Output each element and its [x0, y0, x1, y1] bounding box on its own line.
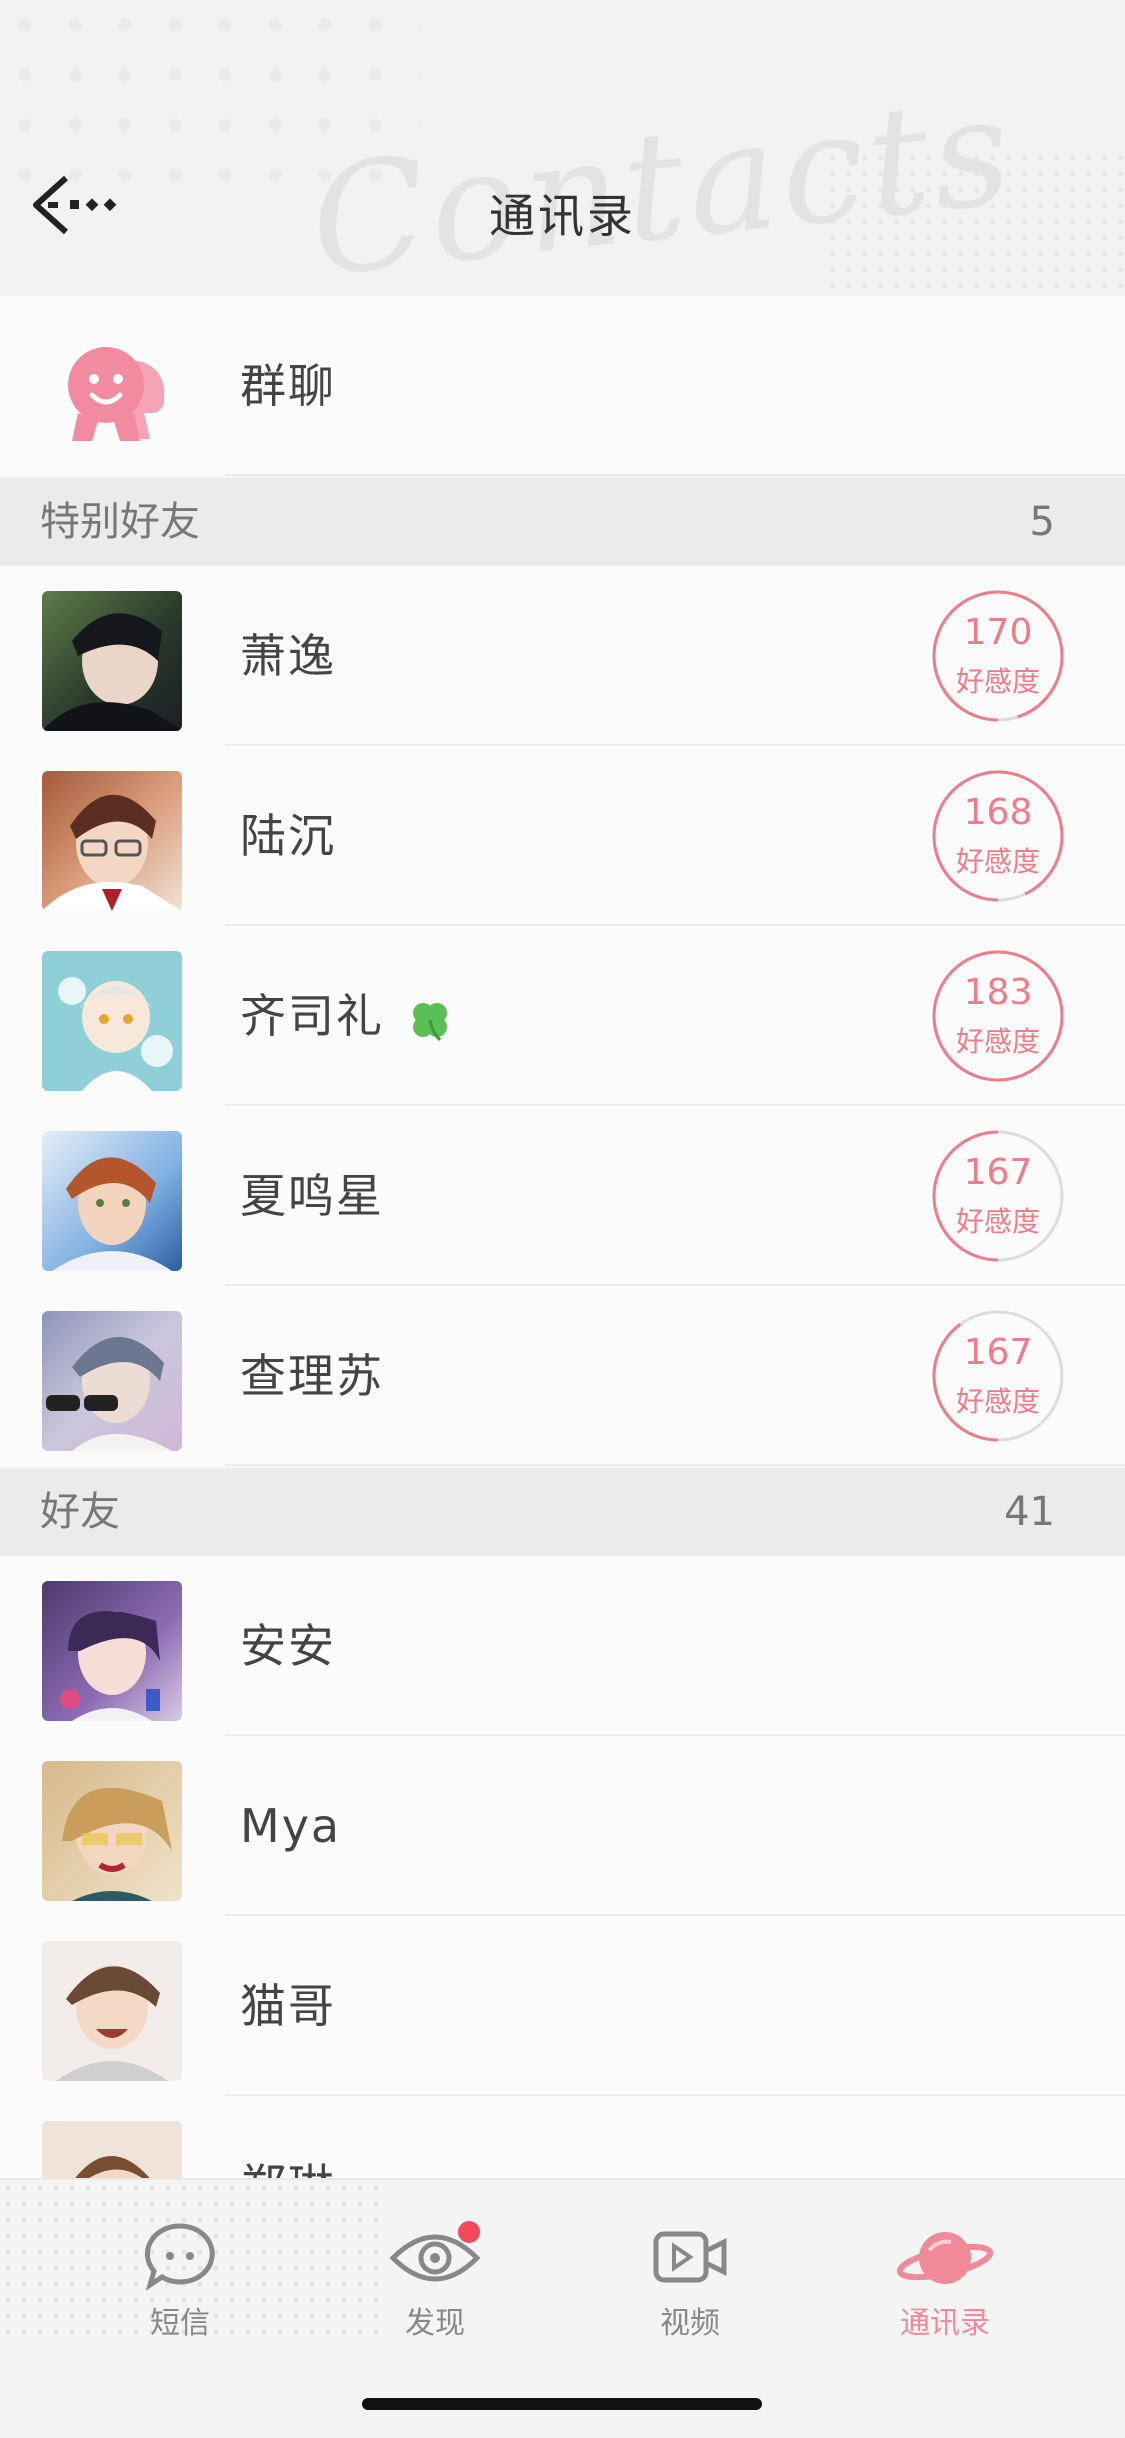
- planet-icon: [896, 2232, 994, 2284]
- tab-label: 短信: [150, 2306, 210, 2341]
- group-chat-label: 群聊: [240, 359, 336, 413]
- avatar: [42, 1581, 182, 1721]
- favor-label: 好感度: [955, 845, 1040, 878]
- favor-value: 168: [963, 792, 1033, 833]
- section-title: 特别好友: [40, 499, 200, 545]
- tab-discover[interactable]: 发现: [345, 2220, 525, 2342]
- contact-name-text: 齐司礼: [240, 989, 384, 1043]
- notification-dot: [458, 2221, 480, 2243]
- divider: [225, 1464, 1125, 1466]
- tab-label: 发现: [405, 2306, 465, 2341]
- message-bubble-icon: [144, 2223, 215, 2291]
- page-title: 通讯录: [489, 189, 636, 243]
- tab-label: 视频: [660, 2306, 720, 2341]
- contact-row[interactable]: 萧逸 170 好感度: [0, 566, 1125, 746]
- header: Contacts 通讯录: [0, 0, 1125, 296]
- contact-row[interactable]: 猫哥: [0, 1916, 1125, 2096]
- contact-name: 夏鸣星: [240, 1169, 384, 1223]
- section-friends: 好友 41: [0, 1468, 1125, 1556]
- group-chat-row[interactable]: 群聊: [0, 296, 1125, 476]
- contact-row[interactable]: 齐司礼 183 好感度: [0, 926, 1125, 1106]
- avatar: [42, 951, 182, 1091]
- avatar: [42, 1311, 182, 1451]
- avatar: [42, 771, 182, 911]
- favor-value: 183: [963, 972, 1033, 1013]
- contact-row[interactable]: 查理苏 167 好感度: [0, 1286, 1125, 1466]
- favor-label: 好感度: [955, 665, 1040, 698]
- favor-ring: 183 好感度: [930, 948, 1066, 1084]
- favor-label: 好感度: [955, 1025, 1040, 1058]
- clover-icon: [412, 1002, 447, 1041]
- contact-name: 齐司礼: [240, 926, 453, 1106]
- contact-name: 查理苏: [240, 1349, 384, 1403]
- section-special-friends: 特别好友 5: [0, 478, 1125, 566]
- favor-ring: 170 好感度: [930, 588, 1066, 724]
- contact-name: 陆沉: [240, 809, 336, 863]
- avatar: [42, 1131, 182, 1271]
- contact-name: 安安: [240, 1619, 336, 1673]
- tab-contacts[interactable]: 通讯录: [855, 2220, 1035, 2342]
- avatar: [42, 1761, 182, 1901]
- favor-value: 170: [963, 612, 1033, 653]
- contact-row[interactable]: Mya: [0, 1736, 1125, 1916]
- contact-row[interactable]: 夏鸣星 167 好感度: [0, 1106, 1125, 1286]
- home-indicator[interactable]: [362, 2398, 762, 2410]
- favor-ring: 168 好感度: [930, 768, 1066, 904]
- contact-row[interactable]: 陆沉 168 好感度: [0, 746, 1125, 926]
- tab-label: 通讯录: [900, 2306, 990, 2341]
- group-chat-icon: [42, 321, 182, 461]
- eye-icon: [389, 2221, 481, 2282]
- section-count: 41: [1004, 1489, 1055, 1535]
- favor-ring: 167 好感度: [930, 1128, 1066, 1264]
- contact-row[interactable]: 安安: [0, 1556, 1125, 1736]
- contact-name: Mya: [240, 1799, 342, 1853]
- avatar: [42, 1941, 182, 2081]
- favor-value: 167: [963, 1332, 1033, 1373]
- contact-name: 萧逸: [240, 629, 336, 683]
- video-camera-icon: [653, 2231, 727, 2283]
- section-title: 好友: [40, 1489, 120, 1535]
- section-count: 5: [1029, 499, 1055, 545]
- favor-label: 好感度: [955, 1385, 1040, 1418]
- avatar: [42, 591, 182, 731]
- favor-ring: 167 好感度: [930, 1308, 1066, 1444]
- favor-value: 167: [963, 1152, 1033, 1193]
- favor-label: 好感度: [955, 1205, 1040, 1238]
- contact-name: 猫哥: [240, 1979, 336, 2033]
- tab-messages[interactable]: 短信: [90, 2220, 270, 2342]
- tab-video[interactable]: 视频: [600, 2220, 780, 2342]
- divider: [225, 474, 1125, 476]
